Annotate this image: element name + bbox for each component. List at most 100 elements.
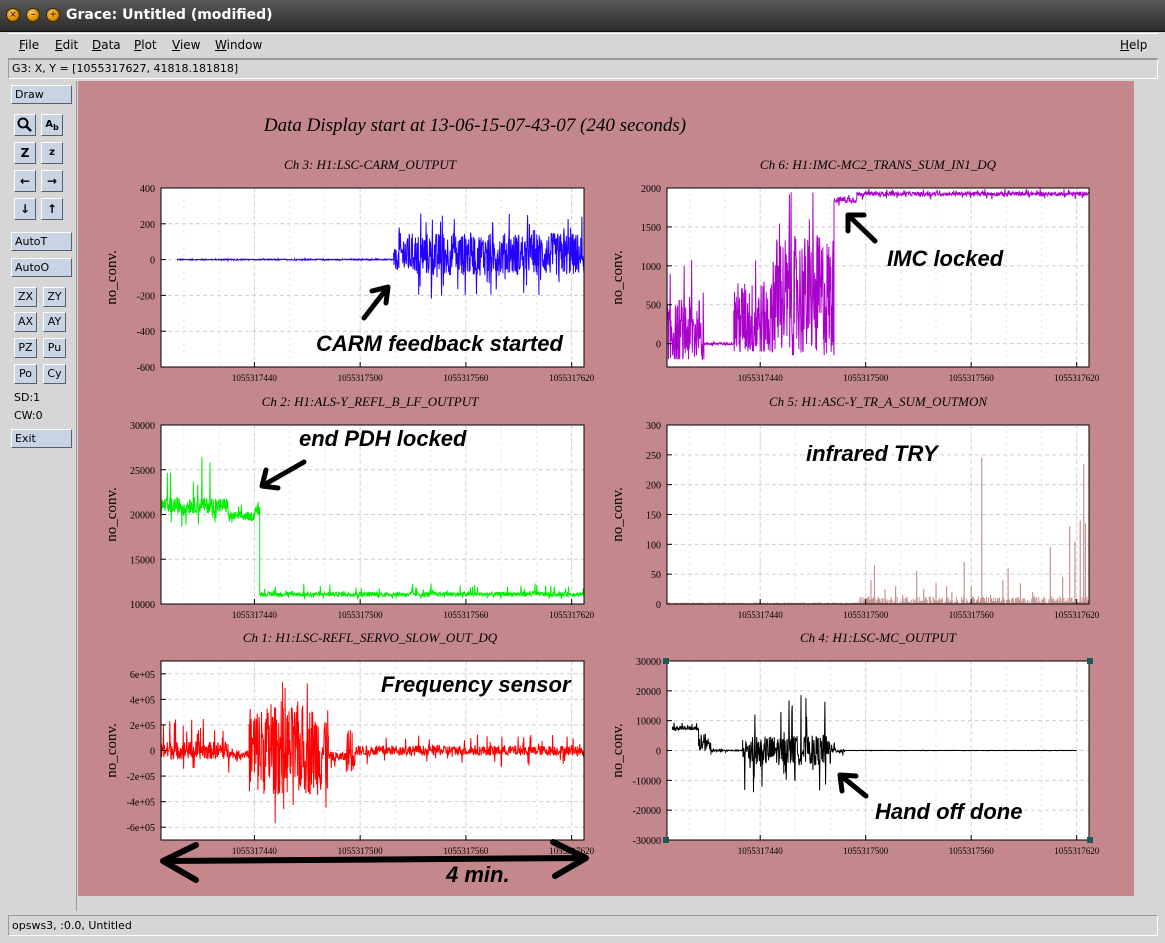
zoom-in-icon[interactable]: Z — [14, 142, 36, 164]
y-tick-label: 20000 — [130, 511, 155, 522]
annotation-carm: CARM feedback started — [316, 331, 564, 356]
plot-area — [667, 188, 1089, 367]
x-tick-label: 1055317500 — [338, 373, 384, 383]
y-tick-label: -20000 — [633, 806, 661, 817]
ax-button[interactable]: AX — [14, 312, 37, 332]
chart-ch1[interactable]: 6e+05 4e+05 2e+05 0 -2e+05 -4e+05 -6e+05 105531… — [104, 630, 595, 856]
right-arrow-icon[interactable]: → — [41, 170, 63, 192]
chart-ch6[interactable]: 2000 1500 1000 500 0 1055317440 1055317500 1055… — [610, 157, 1100, 383]
selection-handle[interactable] — [663, 837, 669, 843]
selection-handle[interactable] — [1087, 658, 1093, 664]
status-bar: opsws3, :0.0, Untitled — [8, 915, 1158, 936]
y-axis-label: no_conv. — [104, 723, 120, 777]
menu-window[interactable]: Window — [215, 38, 262, 52]
chart-title: Ch 2: H1:ALS-Y_REFL_B_LF_OUTPUT — [262, 394, 479, 409]
menu-data[interactable]: Data — [92, 38, 121, 52]
y-tick-label: 0 — [150, 256, 155, 267]
locator-readout: G3: X, Y = [1055317627, 41818.181818] — [12, 62, 239, 75]
autoo-button[interactable]: AutoO — [11, 258, 72, 277]
y-tick-label: -200 — [137, 291, 155, 302]
exit-button[interactable]: Exit — [11, 429, 72, 448]
chart-title: Ch 4: H1:LSC-MC_OUTPUT — [800, 630, 957, 645]
draw-button[interactable]: Draw — [11, 85, 72, 104]
plot-canvas[interactable]: Data Display start at 13-06-15-07-43-07 … — [78, 81, 1158, 911]
x-tick-label: 1055317560 — [949, 610, 995, 620]
annotation-pdh: end PDH locked — [299, 426, 467, 451]
autot-button[interactable]: AutoT — [11, 232, 72, 251]
x-tick-label: 1055317440 — [738, 373, 784, 383]
selection-handle[interactable] — [663, 658, 669, 664]
y-tick-label: 250 — [646, 451, 661, 462]
y-axis-label: no_conv. — [104, 487, 120, 541]
zoom-out-icon[interactable]: z — [41, 142, 63, 164]
y-tick-label: 30000 — [636, 657, 661, 668]
page-title: Data Display start at 13-06-15-07-43-07 … — [263, 115, 686, 136]
x-tick-label: 1055317560 — [443, 846, 489, 856]
autoscale-text-icon[interactable]: Ab — [41, 114, 63, 136]
x-tick-label: 1055317620 — [1054, 610, 1100, 620]
ay-button[interactable]: AY — [43, 312, 66, 332]
y-tick-label: 400 — [140, 184, 155, 195]
y-tick-label: 0 — [656, 340, 661, 351]
y-tick-label: 1500 — [641, 223, 661, 234]
y-tick-label: 50 — [651, 570, 661, 581]
selection-handle[interactable] — [1087, 837, 1093, 843]
x-tick-label: 1055317440 — [738, 846, 784, 856]
chart-title: Ch 1: H1:LSC-REFL_SERVO_SLOW_OUT_DQ — [243, 630, 498, 645]
x-tick-label: 1055317440 — [738, 610, 784, 620]
zy-button[interactable]: ZY — [43, 287, 66, 307]
zoom-icon[interactable] — [14, 114, 36, 136]
y-tick-label: 4e+05 — [130, 695, 155, 706]
y-tick-label: 200 — [140, 220, 155, 231]
x-tick-label: 1055317560 — [443, 610, 489, 620]
x-tick-label: 1055317560 — [949, 846, 995, 856]
menu-plot[interactable]: Plot — [134, 38, 157, 52]
x-tick-label: 1055317440 — [232, 610, 278, 620]
menu-help[interactable]: Help — [1120, 38, 1147, 52]
tool-panel: Draw Ab Z z ← → ↓ ↑ AutoT AutoO ZX ZY AX… — [8, 81, 77, 911]
annotation-imc: IMC locked — [887, 246, 1004, 271]
pu-button[interactable]: Pu — [43, 338, 66, 358]
minimize-window-icon[interactable]: – — [26, 8, 40, 22]
x-tick-label: 1055317620 — [549, 373, 595, 383]
sd-readout: SD:1 — [14, 391, 41, 404]
y-tick-label: 0 — [656, 600, 661, 611]
pz-button[interactable]: PZ — [14, 338, 37, 358]
y-tick-label: 30000 — [130, 421, 155, 432]
y-tick-label: 150 — [646, 511, 661, 522]
left-arrow-icon[interactable]: ← — [14, 170, 36, 192]
chart-title: Ch 6: H1:IMC-MC2_TRANS_SUM_IN1_DQ — [760, 157, 997, 172]
y-tick-label: 200 — [646, 481, 661, 492]
y-tick-label: 25000 — [130, 466, 155, 477]
x-tick-label: 1055317560 — [949, 373, 995, 383]
y-tick-label: 15000 — [130, 555, 155, 566]
menu-file[interactable]: File — [19, 38, 39, 52]
y-tick-label: -10000 — [633, 776, 661, 787]
chart-ch5[interactable]: 300 250 200 150 100 50 0 1055317440 1055317500 10… — [610, 394, 1100, 620]
window-title: Grace: Untitled (modified) — [66, 7, 273, 23]
y-tick-label: 1000 — [641, 262, 661, 273]
maximize-window-icon[interactable]: + — [46, 8, 60, 22]
menu-edit[interactable]: Edit — [55, 38, 78, 52]
x-tick-label: 1055317500 — [843, 610, 889, 620]
x-tick-label: 1055317620 — [1054, 373, 1100, 383]
chart-ch4[interactable]: 30000 20000 10000 0 -10000 -20000 -30000 105531… — [610, 630, 1100, 856]
y-tick-label: -400 — [137, 327, 155, 338]
up-arrow-icon[interactable]: ↑ — [41, 198, 63, 220]
chart-title: Ch 5: H1:ASC-Y_TR_A_SUM_OUTMON — [769, 394, 988, 409]
down-arrow-icon[interactable]: ↓ — [14, 198, 36, 220]
close-window-icon[interactable]: × — [6, 8, 20, 22]
x-tick-label: 1055317500 — [338, 610, 384, 620]
zx-button[interactable]: ZX — [14, 287, 37, 307]
cy-button[interactable]: Cy — [43, 364, 66, 384]
y-tick-label: -30000 — [633, 836, 661, 847]
menubar: File Edit Data Plot View Window Help — [8, 33, 1158, 59]
y-tick-label: 300 — [646, 421, 661, 432]
y-tick-label: -6e+05 — [127, 823, 155, 834]
y-axis-label: no_conv. — [610, 723, 626, 777]
y-axis-label: no_conv. — [610, 487, 626, 541]
po-button[interactable]: Po — [14, 364, 37, 384]
menu-view[interactable]: View — [172, 38, 200, 52]
y-tick-label: 10000 — [636, 717, 661, 728]
x-tick-label: 1055317620 — [549, 610, 595, 620]
